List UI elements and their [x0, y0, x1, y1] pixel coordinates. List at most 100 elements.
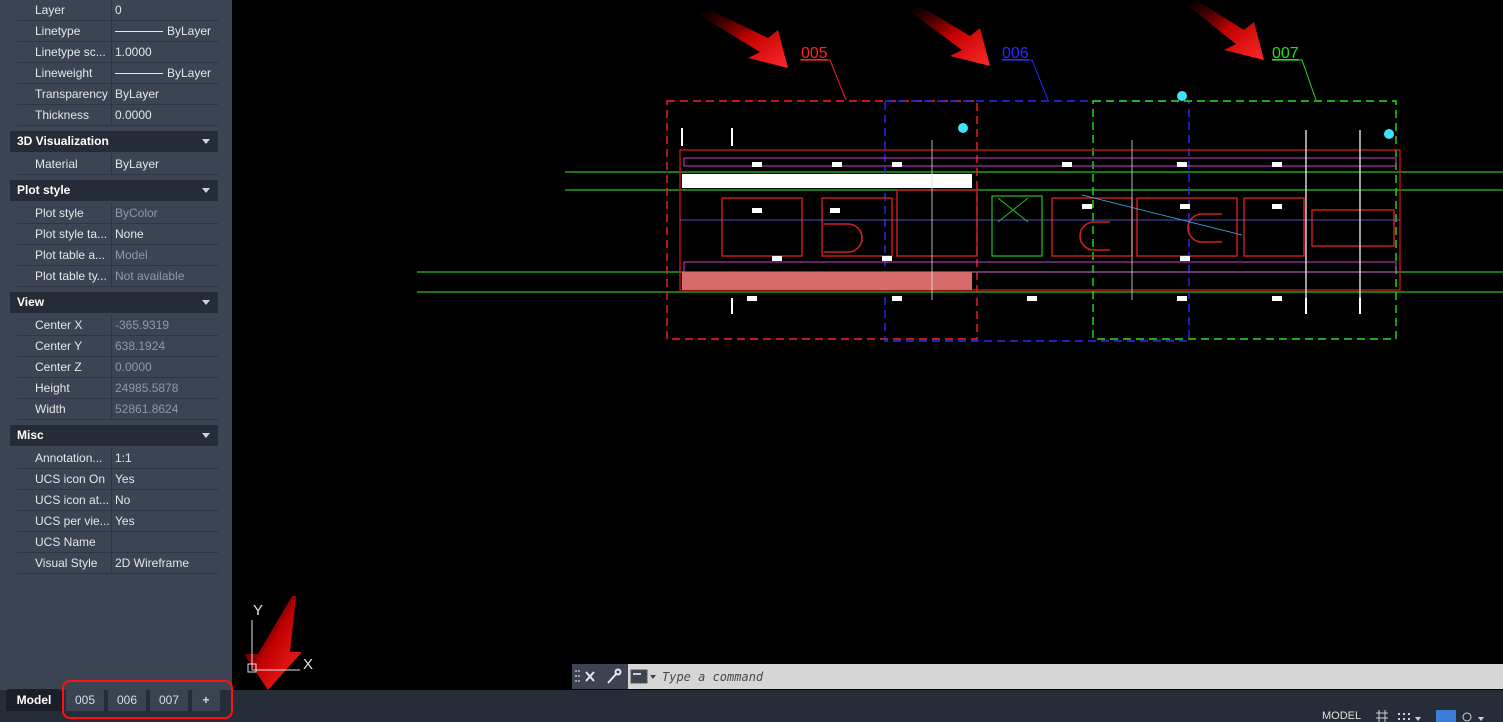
property-value[interactable]: Yes	[111, 469, 218, 490]
property-row[interactable]: Center Y 638.1924	[0, 336, 218, 357]
grip-icon[interactable]	[575, 670, 580, 682]
command-history-icon[interactable]	[630, 668, 658, 686]
drawing-canvas[interactable]: 005 006 007 Y X	[232, 0, 1503, 690]
property-value[interactable]: ByLayer	[111, 21, 218, 42]
property-name: Width	[17, 399, 111, 420]
property-name: Plot table a...	[17, 245, 111, 266]
property-row[interactable]: Plot style ByColor	[0, 203, 218, 224]
model-space-button[interactable]: MODEL	[1322, 710, 1361, 722]
property-row[interactable]: Width 52861.8624	[0, 399, 218, 420]
cyan-markers	[958, 91, 1394, 139]
command-line	[572, 664, 1503, 689]
property-name: Center Y	[17, 336, 111, 357]
chevron-down-icon[interactable]	[202, 433, 210, 438]
category-misc[interactable]: Misc	[10, 425, 218, 446]
property-row[interactable]: Transparency ByLayer	[0, 84, 218, 105]
property-value[interactable]: 0.0000	[111, 105, 218, 126]
viewport-006-boundary[interactable]	[884, 100, 1190, 342]
property-row[interactable]: Plot table ty... Not available	[0, 266, 218, 287]
property-value[interactable]: ByLayer	[111, 63, 218, 84]
property-value[interactable]: ByLayer	[111, 84, 218, 105]
property-value[interactable]: 1.0000	[111, 42, 218, 63]
property-row[interactable]: Height 24985.5878	[0, 378, 218, 399]
linetype-sample-icon	[115, 73, 163, 75]
property-value[interactable]: ByColor	[111, 203, 218, 224]
viewport-label-006: 006	[1002, 45, 1029, 62]
property-value[interactable]: ByLayer	[111, 154, 218, 175]
property-value[interactable]: None	[111, 224, 218, 245]
property-value[interactable]: 52861.8624	[111, 399, 218, 420]
property-name: Material	[17, 154, 111, 175]
viewport-label-005: 005	[801, 45, 828, 62]
property-name: Linetype	[17, 21, 111, 42]
ucs-x-label: X	[303, 656, 313, 673]
property-row[interactable]: UCS per vie... Yes	[0, 511, 218, 532]
property-value[interactable]	[111, 532, 218, 553]
property-name: UCS icon On	[17, 469, 111, 490]
property-row[interactable]: UCS icon at... No	[0, 490, 218, 511]
property-row[interactable]: Linetype sc... 1.0000	[0, 42, 218, 63]
property-row[interactable]: UCS icon On Yes	[0, 469, 218, 490]
property-value[interactable]: 2D Wireframe	[111, 553, 218, 574]
command-input[interactable]	[662, 668, 1062, 686]
polar-dropdown-icon[interactable]	[1478, 717, 1484, 721]
property-row[interactable]: Lineweight ByLayer	[0, 63, 218, 84]
category-title: 3D Visualization	[17, 134, 109, 148]
property-value[interactable]: 638.1924	[111, 336, 218, 357]
property-name: Center Z	[17, 357, 111, 378]
property-value[interactable]: -365.9319	[111, 315, 218, 336]
property-value[interactable]: Yes	[111, 511, 218, 532]
snap-dropdown-icon[interactable]	[1415, 717, 1421, 721]
ortho-icon[interactable]	[1436, 710, 1456, 722]
chevron-down-icon[interactable]	[202, 139, 210, 144]
layout-tabs-highlight	[62, 680, 233, 719]
category-view[interactable]: View	[10, 292, 218, 313]
property-row[interactable]: Thickness 0.0000	[0, 105, 218, 126]
property-row[interactable]: Layer 0	[0, 0, 218, 21]
polar-icon[interactable]	[1462, 712, 1472, 722]
property-name: Plot table ty...	[17, 266, 111, 287]
annotation-arrows	[244, 0, 1264, 690]
chevron-down-icon[interactable]	[202, 300, 210, 305]
close-icon[interactable]	[585, 671, 595, 682]
category-title: Plot style	[17, 183, 71, 197]
chevron-down-icon[interactable]	[202, 188, 210, 193]
property-value[interactable]: 24985.5878	[111, 378, 218, 399]
property-row[interactable]: Plot style ta... None	[0, 224, 218, 245]
command-line-toolbar	[572, 664, 628, 689]
arrow-to-005-icon	[698, 10, 788, 68]
property-value-text: ByLayer	[167, 66, 212, 80]
ucs-y-label: Y	[253, 602, 263, 619]
property-row[interactable]: Linetype ByLayer	[0, 21, 218, 42]
linetype-sample-icon	[115, 31, 163, 33]
property-name: UCS Name	[17, 532, 111, 553]
arrow-to-006-icon	[908, 6, 990, 66]
property-row[interactable]: Center X -365.9319	[0, 315, 218, 336]
property-row[interactable]: Material ByLayer	[0, 154, 218, 175]
viewport-label-007: 007	[1272, 45, 1299, 62]
grid-icon[interactable]	[1376, 710, 1388, 722]
property-value[interactable]: Model	[111, 245, 218, 266]
property-value[interactable]: Not available	[111, 266, 218, 287]
property-value[interactable]: 0.0000	[111, 357, 218, 378]
wrench-icon[interactable]	[607, 668, 622, 684]
property-row[interactable]: Center Z 0.0000	[0, 357, 218, 378]
property-value[interactable]: 0	[111, 0, 218, 21]
property-row[interactable]: Plot table a... Model	[0, 245, 218, 266]
status-bar: MODEL	[1316, 710, 1503, 722]
category-plot-style[interactable]: Plot style	[10, 180, 218, 201]
property-name: Layer	[17, 0, 111, 21]
property-row[interactable]: Annotation... 1:1	[0, 448, 218, 469]
property-name: Linetype sc...	[17, 42, 111, 63]
category-3d-visualization[interactable]: 3D Visualization	[10, 131, 218, 152]
property-name: Plot style ta...	[17, 224, 111, 245]
property-name: UCS per vie...	[17, 511, 111, 532]
layout-tab-model[interactable]: Model	[6, 689, 62, 711]
property-row[interactable]: UCS Name	[0, 532, 218, 553]
property-value[interactable]: No	[111, 490, 218, 511]
property-name: Center X	[17, 315, 111, 336]
property-value[interactable]: 1:1	[111, 448, 218, 469]
property-name: Visual Style	[17, 553, 111, 574]
snap-icon[interactable]	[1398, 713, 1410, 720]
property-row[interactable]: Visual Style 2D Wireframe	[0, 553, 218, 574]
